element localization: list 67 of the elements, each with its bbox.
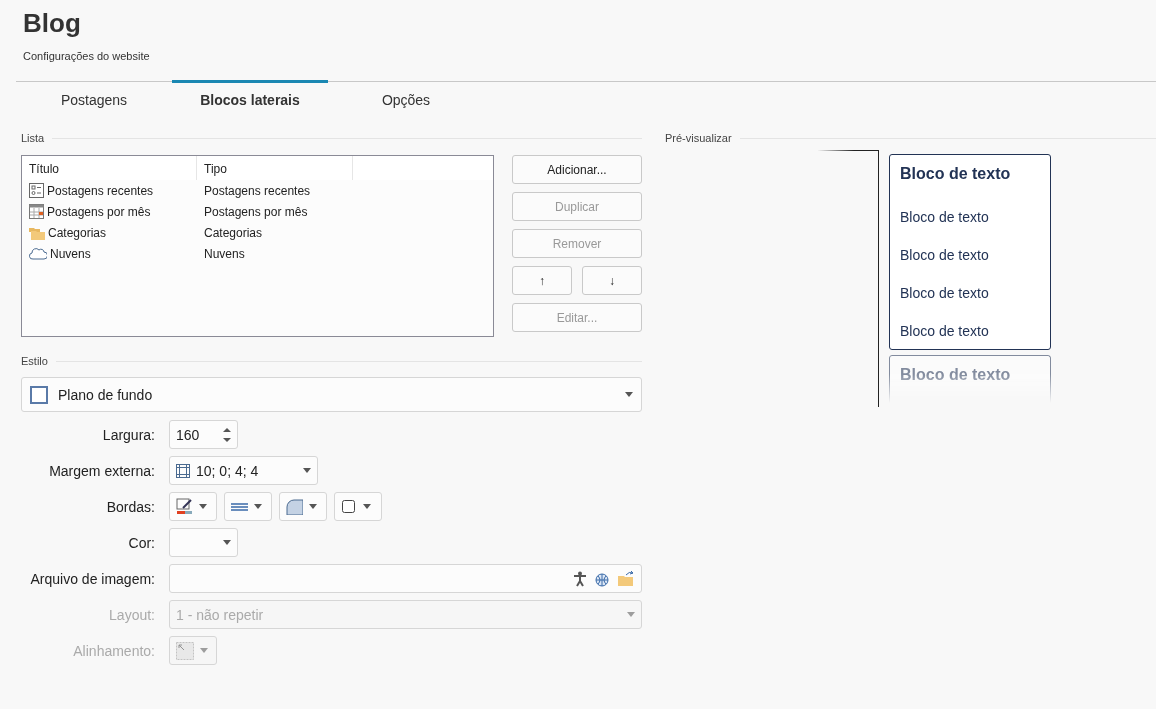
column-header[interactable]: Título xyxy=(22,156,197,180)
caret-icon xyxy=(303,468,311,473)
field-label: Arquivo de imagem: xyxy=(29,570,155,587)
sidebar-blocks-list[interactable]: Título Tipo Postagens recentes Postagens recentes Postagens por mês Postagens por mês Categorias Categorias Nuvens Nuvens xyxy=(21,155,494,337)
lines-icon xyxy=(231,500,248,513)
field-label: Layout: xyxy=(108,606,155,623)
field-label: Largura: xyxy=(101,426,155,443)
shadow-button[interactable] xyxy=(334,492,382,521)
caret-icon xyxy=(200,648,208,653)
tab[interactable]: Opções xyxy=(328,80,484,118)
block-heading: Bloco de texto xyxy=(900,165,1012,184)
folder-icon xyxy=(617,570,635,587)
pencil-icon xyxy=(176,498,193,515)
list-item[interactable]: Nuvens xyxy=(50,246,91,261)
column-header[interactable]: Tipo xyxy=(197,156,353,180)
table-cell: Postagens recentes xyxy=(204,183,311,198)
field-label: Margem externa: xyxy=(48,462,155,479)
section-label: Estilo xyxy=(21,355,48,367)
block-item: Bloco de texto xyxy=(900,323,990,339)
page-subtitle: Configurações do website xyxy=(23,50,150,62)
tab[interactable]: Postagens xyxy=(16,80,172,118)
folder-icon xyxy=(29,225,45,240)
caret-icon xyxy=(254,504,262,509)
width-spinbox[interactable]: 160 xyxy=(169,420,238,449)
list-icon xyxy=(29,183,44,198)
field-label: Alinhamento: xyxy=(72,642,155,659)
table-cell: Postagens por mês xyxy=(204,204,308,219)
caret-icon xyxy=(199,504,207,509)
section-label: Lista xyxy=(21,132,45,144)
align-top-left-icon xyxy=(176,641,194,660)
tab[interactable]: Blocos laterais xyxy=(172,80,328,118)
calendar-icon xyxy=(29,204,44,219)
table-cell: Categorias xyxy=(204,225,263,240)
style-dropdown[interactable]: Plano de fundo xyxy=(21,377,642,412)
caret-icon xyxy=(627,612,635,617)
image-file-field[interactable] xyxy=(169,564,642,593)
cloud-icon xyxy=(29,246,47,261)
move-button[interactable]: ↓ xyxy=(582,266,642,295)
block-item: Bloco de texto xyxy=(900,209,990,225)
list-item[interactable]: Categorias xyxy=(48,225,107,240)
corner-radius-button[interactable] xyxy=(279,492,327,521)
border-color-button[interactable] xyxy=(169,492,217,521)
list-item[interactable]: Postagens recentes xyxy=(47,183,154,198)
caret-icon xyxy=(223,540,231,545)
square-icon xyxy=(341,498,357,515)
person-icon xyxy=(573,570,587,587)
rounded-corner-icon xyxy=(286,498,303,515)
block-item: Bloco de texto xyxy=(900,285,990,301)
section-label: Pré-visualizar xyxy=(665,132,732,144)
grid-icon xyxy=(176,463,190,478)
caret-icon xyxy=(309,504,317,509)
margin-dropdown[interactable]: 10; 0; 4; 4 xyxy=(169,456,318,485)
field-label: Cor: xyxy=(127,534,155,551)
page-title: Blog xyxy=(23,8,81,38)
table-cell: Nuvens xyxy=(204,246,245,261)
caret-icon xyxy=(363,504,371,509)
field-label: Bordas: xyxy=(105,498,155,515)
block-item: Bloco de texto xyxy=(900,247,990,263)
action-button[interactable]: Adicionar... xyxy=(512,155,642,184)
square-icon xyxy=(30,385,48,404)
color-picker[interactable] xyxy=(169,528,238,557)
move-button[interactable]: ↑ xyxy=(512,266,572,295)
globe-icon xyxy=(593,570,611,587)
caret-icon xyxy=(625,392,633,397)
border-style-button[interactable] xyxy=(224,492,272,521)
block-heading: Bloco de texto xyxy=(900,366,1012,385)
list-item[interactable]: Postagens por mês xyxy=(47,204,151,219)
